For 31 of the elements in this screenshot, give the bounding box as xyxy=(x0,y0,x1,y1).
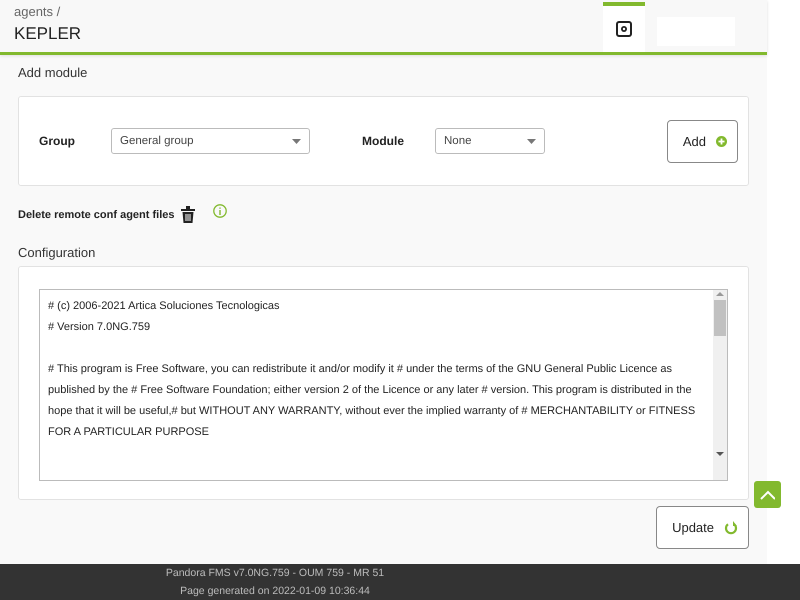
scroll-down-arrow-icon[interactable] xyxy=(716,450,724,458)
config-text: # (c) 2006-2021 Artica Soluciones Tecnologicas xyxy=(48,300,280,312)
footer-text: Page generated on 2022-01-09 10:36:44 xyxy=(180,584,370,599)
module-label: Module xyxy=(362,134,404,148)
footer-text: Pandora FMS v7.0NG.759 - OUM 759 - MR 51 xyxy=(166,566,384,581)
plus-icon xyxy=(716,136,727,146)
scrollbar[interactable] xyxy=(713,290,727,480)
settings-tab[interactable] xyxy=(603,2,645,52)
trash-icon[interactable] xyxy=(180,206,194,223)
group-select[interactable]: General group xyxy=(111,128,310,154)
module-select[interactable]: None xyxy=(435,128,545,154)
update-button[interactable]: Update xyxy=(656,506,749,549)
config-text: # This program is Free Software, you can redistribute it and/or modify it # under the terms of the GNU General Public Licence as published by the # Free Software Foundation; either version 2 of the Licence or any later # version. This program is distributed in the hope that it will be useful,# but WITHOUT ANY WARRANTY, without ever the implied warranty of # MERCHANTABILITY or FITNESS FOR A PARTICULAR PURPOSE xyxy=(48,363,696,438)
add-button[interactable]: Add xyxy=(666,120,738,162)
scroll-up-button[interactable] xyxy=(754,481,781,508)
info-icon[interactable] xyxy=(212,204,226,218)
section-heading: Configuration xyxy=(18,245,96,260)
chevron-up-icon xyxy=(760,490,775,500)
configuration-textarea[interactable] xyxy=(39,289,728,481)
config-text: # Version 7.0NG.759 xyxy=(48,321,150,333)
refresh-icon xyxy=(724,520,738,534)
breadcrumb[interactable]: agents / xyxy=(14,4,82,19)
section-heading: Add module xyxy=(18,65,88,80)
scroll-thumb[interactable] xyxy=(714,300,726,336)
caret-icon xyxy=(292,138,301,144)
page-title: KEPLER xyxy=(14,24,82,44)
scroll-up-arrow-icon[interactable] xyxy=(716,290,724,298)
settings-icon xyxy=(616,21,632,37)
group-label: Group xyxy=(39,134,76,148)
delete-label: Delete remote conf agent files xyxy=(18,208,174,220)
caret-icon xyxy=(527,138,536,144)
